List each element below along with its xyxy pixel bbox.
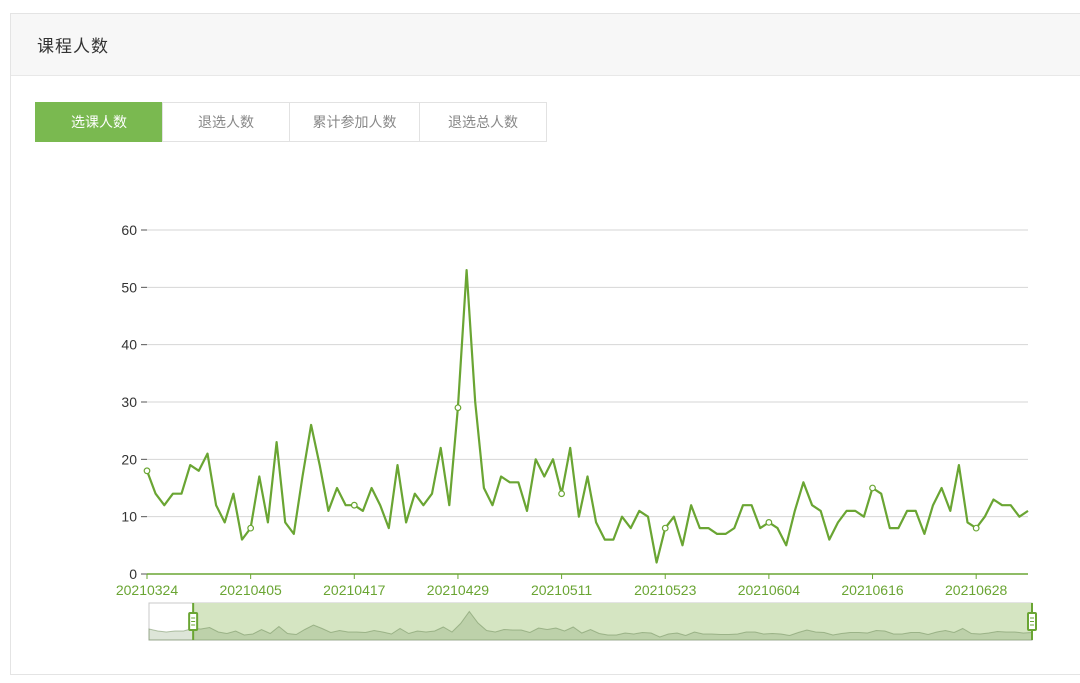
data-point: [143, 467, 151, 475]
data-point: [247, 524, 255, 532]
data-point: [558, 490, 565, 498]
y-tick-label: 20: [121, 451, 137, 467]
data-point: [765, 519, 773, 526]
x-tick-label: 20210429: [427, 582, 490, 598]
y-tick-label: 30: [121, 394, 137, 410]
x-tick-label: 20210324: [116, 582, 179, 598]
line-chart: 0 10 20 30 40 50 60 20210324 20210405 20210417 202…: [116, 222, 1037, 641]
x-tick-label: 20210405: [219, 582, 282, 598]
x-tick-label: 20210628: [945, 582, 1008, 598]
x-tick-label: 20210604: [738, 582, 801, 598]
series-line: [145, 269, 1029, 564]
data-point: [661, 524, 669, 532]
data-point: [869, 484, 876, 492]
y-tick-label: 50: [121, 279, 137, 295]
y-tick-label: 10: [121, 509, 137, 525]
data-point: [350, 501, 358, 509]
x-tick-label: 20210616: [841, 582, 904, 598]
y-tick-label: 40: [121, 337, 137, 353]
x-tick-label: 20210417: [323, 582, 386, 598]
y-tick-label: 60: [121, 222, 137, 238]
data-point: [454, 404, 462, 412]
x-tick-label: 20210511: [531, 582, 592, 598]
x-tick-label: 20210523: [634, 582, 697, 598]
y-tick-label: 0: [129, 566, 137, 582]
data-point: [972, 524, 980, 532]
